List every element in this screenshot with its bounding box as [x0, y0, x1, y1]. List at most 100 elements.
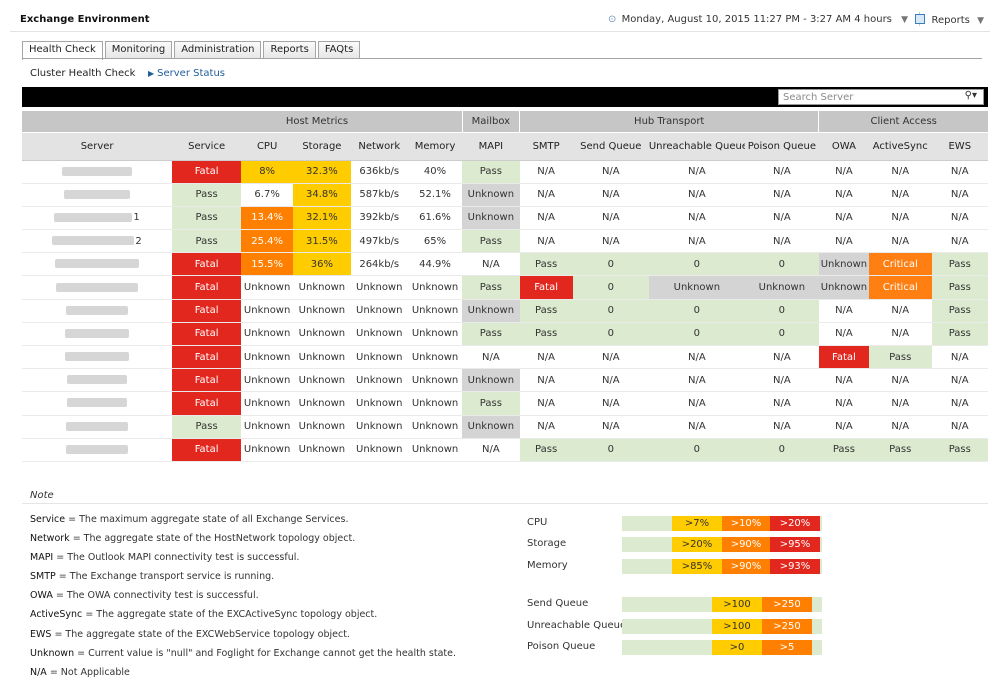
table-row[interactable]: Pass 6.7% 34.8% 587kb/s 52.1% Unknown N/A N/A N/…: [22, 183, 988, 207]
server-name-cell[interactable]: 2: [22, 229, 173, 254]
mapi-cell[interactable]: Unknown: [462, 183, 520, 207]
unreachable-queue-cell[interactable]: N/A: [648, 183, 745, 207]
cpu-cell[interactable]: Unknown: [241, 299, 294, 323]
memory-cell[interactable]: Unknown: [407, 391, 463, 416]
send-queue-cell[interactable]: N/A: [572, 160, 649, 184]
column-header-activesync[interactable]: ActiveSync: [868, 132, 932, 161]
owa-cell[interactable]: N/A: [818, 415, 869, 439]
memory-cell[interactable]: 65%: [407, 229, 463, 254]
storage-cell[interactable]: Unknown: [293, 275, 351, 300]
ews-cell[interactable]: N/A: [931, 183, 988, 207]
column-header-send-queue[interactable]: Send Queue: [572, 132, 649, 161]
tab-monitoring[interactable]: Monitoring: [104, 41, 173, 59]
activesync-cell[interactable]: Pass: [868, 438, 932, 462]
storage-cell[interactable]: 32.3%: [293, 160, 351, 184]
owa-cell[interactable]: N/A: [818, 391, 869, 416]
send-queue-cell[interactable]: N/A: [572, 183, 649, 207]
service-cell[interactable]: Fatal: [172, 160, 242, 184]
service-cell[interactable]: Fatal: [172, 368, 242, 393]
cpu-cell[interactable]: Unknown: [241, 275, 294, 300]
ews-cell[interactable]: N/A: [931, 415, 988, 439]
send-queue-cell[interactable]: N/A: [572, 415, 649, 439]
ews-cell[interactable]: N/A: [931, 160, 988, 184]
smtp-cell[interactable]: N/A: [519, 345, 573, 370]
table-row[interactable]: 1 Pass 13.4% 32.1% 392kb/s 61.6% Unknown N/A N/A…: [22, 206, 988, 231]
storage-cell[interactable]: 34.8%: [293, 183, 351, 207]
table-row[interactable]: Fatal Unknown Unknown Unknown Unknown Pass N/A…: [22, 391, 988, 416]
activesync-cell[interactable]: N/A: [868, 368, 932, 393]
unreachable-queue-cell[interactable]: 0: [648, 252, 745, 277]
tab-faqts[interactable]: FAQts: [317, 41, 361, 59]
activesync-cell[interactable]: N/A: [868, 160, 932, 184]
storage-cell[interactable]: 36%: [293, 252, 351, 277]
memory-cell[interactable]: Unknown: [407, 299, 463, 323]
cpu-cell[interactable]: 15.5%: [241, 252, 294, 277]
unreachable-queue-cell[interactable]: 0: [648, 299, 745, 323]
column-header-service[interactable]: Service: [172, 132, 242, 161]
cpu-cell[interactable]: Unknown: [241, 345, 294, 370]
smtp-cell[interactable]: N/A: [519, 368, 573, 393]
unreachable-queue-cell[interactable]: N/A: [648, 391, 745, 416]
service-cell[interactable]: Fatal: [172, 391, 242, 416]
storage-cell[interactable]: Unknown: [293, 368, 351, 393]
cpu-cell[interactable]: Unknown: [241, 368, 294, 393]
memory-cell[interactable]: Unknown: [407, 322, 463, 347]
ews-cell[interactable]: Pass: [931, 275, 988, 300]
activesync-cell[interactable]: N/A: [868, 183, 932, 207]
cpu-cell[interactable]: Unknown: [241, 391, 294, 416]
poison-queue-cell[interactable]: N/A: [744, 345, 819, 370]
server-name-cell[interactable]: [22, 438, 173, 462]
column-header-mapi[interactable]: MAPI: [462, 132, 520, 161]
column-header-storage[interactable]: Storage: [293, 132, 351, 161]
send-queue-cell[interactable]: 0: [572, 252, 649, 277]
column-header-smtp[interactable]: SMTP: [519, 132, 573, 161]
service-cell[interactable]: Fatal: [172, 322, 242, 347]
ews-cell[interactable]: Pass: [931, 252, 988, 277]
ews-cell[interactable]: N/A: [931, 391, 988, 416]
network-cell[interactable]: Unknown: [350, 275, 408, 300]
activesync-cell[interactable]: N/A: [868, 299, 932, 323]
search-input[interactable]: [779, 90, 949, 104]
memory-cell[interactable]: 52.1%: [407, 183, 463, 207]
storage-cell[interactable]: Unknown: [293, 299, 351, 323]
network-cell[interactable]: 636kb/s: [350, 160, 408, 184]
storage-cell[interactable]: Unknown: [293, 438, 351, 462]
unreachable-queue-cell[interactable]: N/A: [648, 345, 745, 370]
poison-queue-cell[interactable]: N/A: [744, 229, 819, 254]
owa-cell[interactable]: Fatal: [818, 345, 869, 370]
send-queue-cell[interactable]: N/A: [572, 229, 649, 254]
activesync-cell[interactable]: N/A: [868, 229, 932, 254]
service-cell[interactable]: Fatal: [172, 299, 242, 323]
send-queue-cell[interactable]: 0: [572, 438, 649, 462]
smtp-cell[interactable]: Fatal: [519, 275, 573, 300]
tab-reports[interactable]: Reports: [263, 41, 316, 59]
send-queue-cell[interactable]: 0: [572, 299, 649, 323]
poison-queue-cell[interactable]: N/A: [744, 391, 819, 416]
server-name-cell[interactable]: 1: [22, 206, 173, 231]
column-header-unreachable-queue[interactable]: Unreachable Queue: [648, 132, 745, 161]
memory-cell[interactable]: Unknown: [407, 415, 463, 439]
owa-cell[interactable]: N/A: [818, 322, 869, 347]
table-row[interactable]: Fatal Unknown Unknown Unknown Unknown Pass Pas…: [22, 322, 988, 347]
mapi-cell[interactable]: N/A: [462, 438, 520, 462]
smtp-cell[interactable]: N/A: [519, 206, 573, 231]
mapi-cell[interactable]: Unknown: [462, 299, 520, 323]
column-header-server[interactable]: Server: [22, 132, 173, 161]
activesync-cell[interactable]: Critical: [868, 252, 932, 277]
poison-queue-cell[interactable]: 0: [744, 252, 819, 277]
column-header-poison-queue[interactable]: Poison Queue: [744, 132, 819, 161]
reports-menu-button[interactable]: Reports ▼: [915, 14, 984, 26]
owa-cell[interactable]: N/A: [818, 368, 869, 393]
mapi-cell[interactable]: Pass: [462, 160, 520, 184]
cpu-cell[interactable]: 25.4%: [241, 229, 294, 254]
mapi-cell[interactable]: Pass: [462, 229, 520, 254]
send-queue-cell[interactable]: N/A: [572, 391, 649, 416]
network-cell[interactable]: Unknown: [350, 345, 408, 370]
column-header-network[interactable]: Network: [350, 132, 408, 161]
network-cell[interactable]: Unknown: [350, 368, 408, 393]
service-cell[interactable]: Pass: [172, 183, 242, 207]
activesync-cell[interactable]: N/A: [868, 391, 932, 416]
column-header-ews[interactable]: EWS: [931, 132, 988, 161]
smtp-cell[interactable]: Pass: [519, 322, 573, 347]
mapi-cell[interactable]: Unknown: [462, 206, 520, 231]
